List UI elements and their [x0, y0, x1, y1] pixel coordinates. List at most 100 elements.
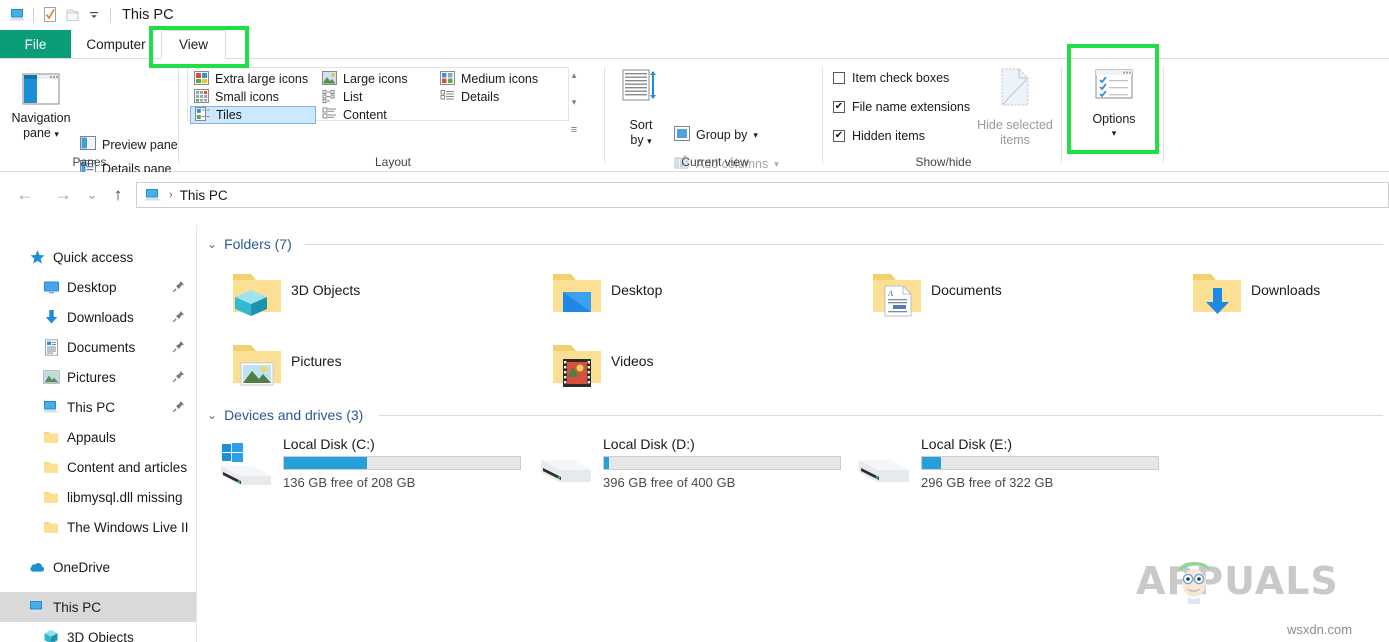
layout-gallery-scroll[interactable]: ▴ ▾ ≡ [564, 67, 584, 139]
sort-by-line1: Sort [629, 118, 653, 132]
folder-tile-pictures[interactable]: Pictures [229, 328, 539, 394]
folders-group-rule [305, 244, 1383, 245]
folders-group-header[interactable]: ⌄ Folders (7) [207, 234, 292, 254]
sidebar-item-the-windows-live[interactable]: The Windows Live II [0, 512, 196, 542]
drive-tile-e[interactable]: Local Disk (E:) 296 GB free of 322 GB [853, 428, 1183, 494]
folder-tile-documents[interactable]: A Documents [869, 257, 1179, 323]
large-icons-icon [322, 70, 337, 88]
breadcrumb-separator-icon[interactable]: › [169, 189, 173, 201]
layout-gallery: Extra large icons Large icons Medium ico… [187, 67, 569, 124]
onedrive-icon [28, 558, 46, 576]
layout-small-icons[interactable]: Small icons [190, 88, 316, 106]
folder-tile-label: Pictures [291, 353, 342, 369]
sidebar-item-content-and-articles[interactable]: Content and articles [0, 452, 196, 482]
pin-icon[interactable] [172, 400, 185, 413]
sidebar-item-quick-access[interactable]: Quick access [0, 242, 196, 272]
toolbar-separator [33, 7, 34, 23]
tab-computer[interactable]: Computer [71, 30, 161, 58]
new-folder-icon[interactable] [61, 4, 83, 26]
chevron-down-icon[interactable]: ⌄ [207, 237, 217, 251]
content-icon [322, 107, 337, 124]
breadcrumb-this-pc[interactable]: This PC [180, 188, 228, 203]
folder-tile-desktop[interactable]: Desktop [549, 257, 859, 323]
file-name-extensions-checkbox[interactable]: ✔ [833, 101, 845, 113]
layout-item-label: Content [343, 108, 387, 122]
folder-tile-videos[interactable]: Videos [549, 328, 859, 394]
drive-usage-fill [604, 457, 609, 469]
recent-locations-button[interactable]: ⌄ [82, 182, 102, 208]
nav-pane-caret-icon[interactable]: ▾ [54, 129, 59, 139]
sidebar-item-downloads[interactable]: Downloads [0, 302, 196, 332]
scroll-down-icon[interactable]: ▾ [572, 97, 577, 108]
layout-extra-large-icons[interactable]: Extra large icons [190, 70, 316, 88]
appuals-mascot-icon [1172, 558, 1216, 604]
sidebar-item-documents[interactable]: Documents [0, 332, 196, 362]
sort-by-button[interactable]: Sort by ▾ [619, 67, 663, 159]
preview-pane-button[interactable]: Preview pane [80, 136, 178, 153]
tab-view[interactable]: View [161, 30, 226, 59]
folder-3d-objects-icon [229, 262, 285, 318]
hide-selected-items-label: Hide selected items [977, 118, 1053, 148]
sidebar-item-label: Documents [67, 339, 136, 355]
hide-selected-items-button[interactable]: Hide selected items [975, 67, 1055, 159]
tab-file[interactable]: File [0, 30, 71, 58]
chevron-down-icon[interactable]: ⌄ [207, 408, 217, 422]
group-by-caret-icon[interactable]: ▾ [753, 130, 758, 141]
drive-label: Local Disk (D:) [603, 436, 695, 452]
pin-icon[interactable] [172, 370, 185, 383]
sidebar-item-onedrive[interactable]: OneDrive [0, 552, 196, 582]
scroll-more-icon[interactable]: ≡ [571, 124, 577, 136]
group-divider-3 [822, 67, 823, 163]
this-pc-icon[interactable] [6, 4, 28, 26]
scroll-up-icon[interactable]: ▴ [572, 70, 577, 81]
hidden-items-checkbox[interactable]: ✔ [833, 130, 845, 142]
folder-tile-downloads[interactable]: Downloads [1189, 257, 1389, 323]
extra-large-icons-icon [194, 70, 209, 88]
forward-button[interactable]: → [50, 182, 76, 208]
layout-details[interactable]: Details [436, 88, 566, 106]
sidebar-item-desktop[interactable]: Desktop [0, 272, 196, 302]
item-check-boxes-row[interactable]: Item check boxes [833, 71, 949, 85]
ribbon-group-show-hide: Item check boxes ✔ File name extensions … [825, 59, 1062, 172]
sidebar-item-appauls[interactable]: Appauls [0, 422, 196, 452]
folder-tile-label: Videos [611, 353, 654, 369]
sidebar-item-this-pc[interactable]: This PC [0, 592, 196, 622]
drive-free-space: 296 GB free of 322 GB [921, 475, 1054, 490]
back-button[interactable]: ← [12, 182, 38, 208]
layout-tiles[interactable]: Tiles [190, 106, 316, 124]
address-pc-icon [144, 188, 162, 203]
folder-tile-label: 3D Objects [291, 282, 361, 298]
sidebar-item-label: Quick access [53, 249, 134, 265]
hide-selected-line2: items [1000, 133, 1030, 147]
pin-icon[interactable] [172, 280, 185, 293]
pc-icon [42, 398, 60, 416]
item-check-boxes-checkbox[interactable] [833, 72, 845, 84]
layout-large-icons[interactable]: Large icons [318, 70, 434, 88]
customize-dropdown-icon[interactable] [83, 4, 105, 26]
options-button[interactable]: Options ▾ [1076, 69, 1152, 159]
hidden-items-row[interactable]: ✔ Hidden items [833, 129, 925, 143]
drive-info: Local Disk (D:) 396 GB free of 400 GB [603, 428, 841, 490]
options-caret-icon[interactable]: ▾ [1112, 128, 1117, 139]
address-bar[interactable]: › This PC [136, 182, 1389, 208]
navigation-pane-button[interactable]: Navigation pane ▾ [10, 67, 72, 159]
folder-tile-3d-objects[interactable]: 3D Objects [229, 257, 539, 323]
sort-by-caret-icon[interactable]: ▾ [647, 136, 652, 146]
layout-content[interactable]: Content [318, 106, 434, 124]
drive-tile-d[interactable]: Local Disk (D:) 396 GB free of 400 GB [535, 428, 865, 494]
pin-icon[interactable] [172, 310, 185, 323]
sidebar-item-libmysql-dll-missing[interactable]: libmysql.dll missing [0, 482, 196, 512]
group-by-button[interactable]: Group by ▾ [674, 126, 758, 144]
sidebar-item-3d-objects[interactable]: 3D Objects [0, 622, 196, 642]
sidebar-item-this-pc-quick[interactable]: This PC [0, 392, 196, 422]
drive-tile-c[interactable]: Local Disk (C:) 136 GB free of 208 GB [215, 428, 545, 494]
sidebar-item-pictures[interactable]: Pictures [0, 362, 196, 392]
up-button[interactable]: ↑ [106, 182, 130, 208]
item-check-boxes-label: Item check boxes [852, 71, 950, 85]
properties-icon[interactable] [39, 4, 61, 26]
layout-medium-icons[interactable]: Medium icons [436, 70, 566, 88]
layout-list[interactable]: List [318, 88, 434, 106]
drives-group-header[interactable]: ⌄ Devices and drives (3) [207, 405, 363, 425]
file-name-extensions-row[interactable]: ✔ File name extensions [833, 100, 970, 114]
pin-icon[interactable] [172, 340, 185, 353]
